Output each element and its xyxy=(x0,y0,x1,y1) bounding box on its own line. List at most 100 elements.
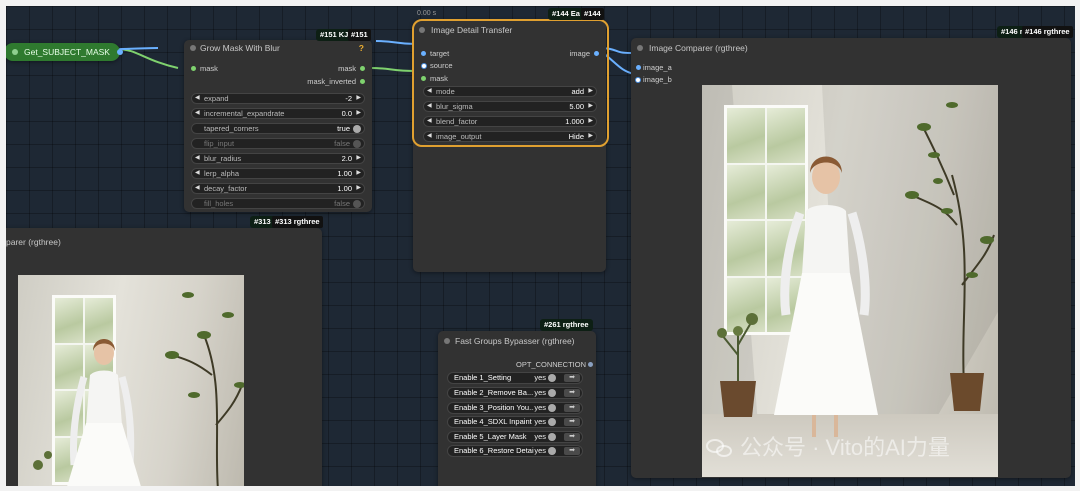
goto-arrow-icon[interactable]: ➡ xyxy=(564,389,580,397)
node-collapse-dot[interactable] xyxy=(419,27,425,33)
widget-expand[interactable]: ◀ expand -2 ▶ xyxy=(191,93,365,104)
bypass-row-2[interactable]: Enable 2_Remove Ba... yes ➡ xyxy=(447,387,583,399)
node-title: Fast Groups Bypasser (rgthree) xyxy=(455,336,575,346)
widget-value: -2 xyxy=(345,94,352,103)
decrement-arrow-icon[interactable]: ◀ xyxy=(195,109,200,118)
decrement-arrow-icon[interactable]: ◀ xyxy=(195,184,200,193)
toggle-knob-icon[interactable] xyxy=(548,447,556,455)
widget-mode[interactable]: ◀ mode add ▶ xyxy=(423,86,597,97)
node-title-bar[interactable]: Image Comparer (rgthree) xyxy=(631,40,1071,56)
node-title-bar[interactable]: Image Detail Transfer xyxy=(413,22,606,38)
node-title-bar[interactable]: parer (rgthree) xyxy=(6,234,322,250)
output-image[interactable]: image xyxy=(570,49,599,58)
node-collapse-dot[interactable] xyxy=(190,45,196,51)
input-image-b[interactable]: image_b xyxy=(635,75,672,84)
bypass-row-6[interactable]: Enable 6_Restore Detail yes ➡ xyxy=(447,445,583,457)
toggle-knob-icon[interactable] xyxy=(548,374,556,382)
node-graph-canvas[interactable]: Get_SUBJECT_MASK 0.00 s Grow Mask With B… xyxy=(6,6,1075,486)
decrement-arrow-icon[interactable]: ◀ xyxy=(195,94,200,103)
toggle-knob-icon[interactable] xyxy=(353,200,361,208)
bypass-row-3[interactable]: Enable 3_Position You... yes ➡ xyxy=(447,402,583,414)
input-pin[interactable] xyxy=(635,77,641,83)
input-pin[interactable] xyxy=(636,65,641,70)
comparison-image[interactable] xyxy=(18,275,244,486)
widget-image-output[interactable]: ◀ image_output Hide ▶ xyxy=(423,131,597,142)
decrement-arrow-icon[interactable]: ◀ xyxy=(427,132,432,141)
get-subject-mask-node[interactable]: Get_SUBJECT_MASK xyxy=(6,43,123,61)
widget-label: expand xyxy=(204,94,229,103)
goto-arrow-icon[interactable]: ➡ xyxy=(564,418,580,426)
output-pin[interactable] xyxy=(594,51,599,56)
decrement-arrow-icon[interactable]: ◀ xyxy=(427,102,432,111)
goto-arrow-icon[interactable]: ➡ xyxy=(564,404,580,412)
grow-mask-node[interactable]: Grow Mask With Blur ? mask mask mask_inv… xyxy=(184,40,372,212)
widget-value: 5.00 xyxy=(569,102,584,111)
output-pin[interactable] xyxy=(360,66,365,71)
decrement-arrow-icon[interactable]: ◀ xyxy=(427,117,432,126)
node-id-badge-hover: #144 xyxy=(581,8,604,20)
bypass-row-4[interactable]: Enable 4_SDXL Inpaint yes ➡ xyxy=(447,416,583,428)
input-pin[interactable] xyxy=(421,51,426,56)
toggle-knob-icon[interactable] xyxy=(548,418,556,426)
node-collapse-dot[interactable] xyxy=(637,45,643,51)
input-pin[interactable] xyxy=(421,63,427,69)
output-mask-inverted[interactable]: mask_inverted xyxy=(307,77,365,86)
input-mask[interactable]: mask xyxy=(421,74,448,83)
node-title-bar[interactable]: Grow Mask With Blur ? xyxy=(184,40,372,56)
row-value: yes xyxy=(534,417,546,426)
toggle-knob-icon[interactable] xyxy=(353,140,361,148)
widget-flip-input[interactable]: flip_input false xyxy=(191,138,365,149)
output-opt-connection[interactable]: OPT_CONNECTION xyxy=(516,360,593,369)
input-target[interactable]: target xyxy=(421,49,449,58)
output-pin[interactable] xyxy=(360,79,365,84)
widget-label: decay_factor xyxy=(204,184,247,193)
decrement-arrow-icon[interactable]: ◀ xyxy=(195,154,200,163)
increment-arrow-icon[interactable]: ▶ xyxy=(356,94,361,103)
widget-lerp-alpha[interactable]: ◀ lerp_alpha 1.00 ▶ xyxy=(191,168,365,179)
increment-arrow-icon[interactable]: ▶ xyxy=(588,117,593,126)
node-collapse-dot[interactable] xyxy=(444,338,450,344)
bypass-row-1[interactable]: Enable 1_Setting yes ➡ xyxy=(447,372,583,384)
widget-blur-sigma[interactable]: ◀ blur_sigma 5.00 ▶ xyxy=(423,101,597,112)
increment-arrow-icon[interactable]: ▶ xyxy=(356,154,361,163)
goto-arrow-icon[interactable]: ➡ xyxy=(564,447,580,455)
goto-arrow-icon[interactable]: ➡ xyxy=(564,374,580,382)
output-pin[interactable] xyxy=(588,362,593,367)
widget-incremental-expandrate[interactable]: ◀ incremental_expandrate 0.0 ▶ xyxy=(191,108,365,119)
input-image-a[interactable]: image_a xyxy=(636,63,672,72)
get-subject-mask-label: Get_SUBJECT_MASK xyxy=(24,47,110,57)
increment-arrow-icon[interactable]: ▶ xyxy=(588,87,593,96)
time-label: 0.00 s xyxy=(417,10,437,17)
goto-arrow-icon[interactable]: ➡ xyxy=(564,433,580,441)
input-label: image_b xyxy=(643,75,672,84)
increment-arrow-icon[interactable]: ▶ xyxy=(588,102,593,111)
output-pin[interactable] xyxy=(117,49,123,55)
input-mask[interactable]: mask xyxy=(191,64,218,73)
fast-groups-bypasser-node[interactable]: Fast Groups Bypasser (rgthree) OPT_CONNE… xyxy=(438,331,596,486)
toggle-knob-icon[interactable] xyxy=(548,404,556,412)
image-detail-transfer-node[interactable]: Image Detail Transfer target source mask… xyxy=(412,19,609,272)
widget-fill-holes[interactable]: fill_holes false xyxy=(191,198,365,209)
toggle-knob-icon[interactable] xyxy=(353,125,361,133)
decrement-arrow-icon[interactable]: ◀ xyxy=(427,87,432,96)
bypass-row-5[interactable]: Enable 5_Layer Mask yes ➡ xyxy=(447,431,583,443)
increment-arrow-icon[interactable]: ▶ xyxy=(356,109,361,118)
increment-arrow-icon[interactable]: ▶ xyxy=(356,169,361,178)
image-comparer-right-node[interactable]: Image Comparer (rgthree) image_a image_b xyxy=(631,38,1071,478)
widget-tapered-corners[interactable]: tapered_corners true xyxy=(191,123,365,134)
output-mask[interactable]: mask xyxy=(338,64,365,73)
node-title-bar[interactable]: Fast Groups Bypasser (rgthree) xyxy=(438,333,596,349)
widget-blur-radius[interactable]: ◀ blur_radius 2.0 ▶ xyxy=(191,153,365,164)
widget-blend-factor[interactable]: ◀ blend_factor 1.000 ▶ xyxy=(423,116,597,127)
input-source[interactable]: source xyxy=(421,61,453,70)
increment-arrow-icon[interactable]: ▶ xyxy=(588,132,593,141)
comparison-image[interactable] xyxy=(702,85,998,477)
toggle-knob-icon[interactable] xyxy=(548,389,556,397)
image-comparer-left-node[interactable]: parer (rgthree) xyxy=(6,228,322,486)
toggle-knob-icon[interactable] xyxy=(548,433,556,441)
input-pin[interactable] xyxy=(191,66,196,71)
widget-decay-factor[interactable]: ◀ decay_factor 1.00 ▶ xyxy=(191,183,365,194)
input-pin[interactable] xyxy=(421,76,426,81)
increment-arrow-icon[interactable]: ▶ xyxy=(356,184,361,193)
decrement-arrow-icon[interactable]: ◀ xyxy=(195,169,200,178)
